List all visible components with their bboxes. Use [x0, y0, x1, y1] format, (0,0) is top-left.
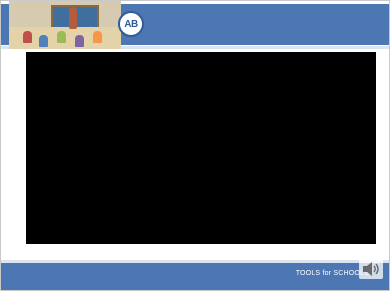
illustration-student: [57, 31, 66, 43]
speaker-icon[interactable]: [359, 259, 383, 279]
footer-brand-text: TOOLS for SCHOOLS: [295, 270, 369, 277]
illustration-teacher: [69, 7, 77, 29]
logo-text: AB: [124, 18, 138, 30]
illustration-student: [23, 31, 32, 43]
slide-frame: AB TOOLS for SCHOOLS: [0, 0, 390, 291]
illustration-student: [39, 35, 48, 47]
illustration-student: [75, 35, 84, 47]
video-player[interactable]: [26, 52, 376, 244]
illustration-student: [93, 31, 102, 43]
classroom-illustration: [9, 1, 121, 49]
logo-badge: AB: [118, 11, 144, 37]
